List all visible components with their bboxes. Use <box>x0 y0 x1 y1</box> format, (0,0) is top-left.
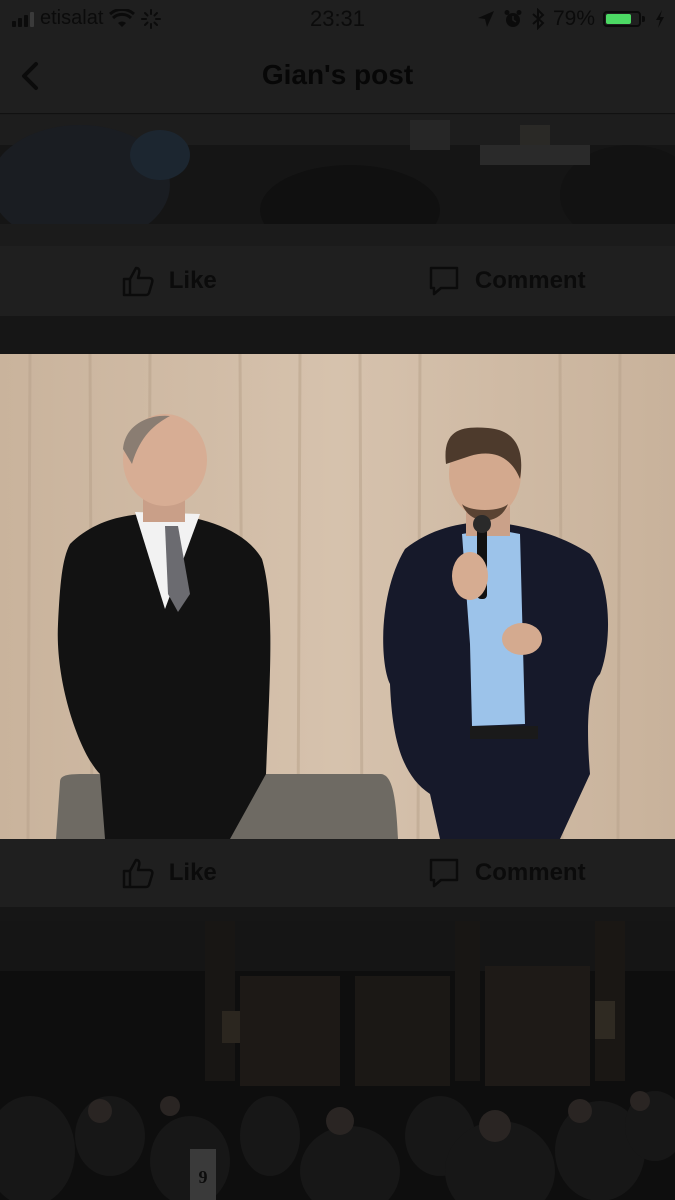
table-number: 9 <box>199 1167 208 1187</box>
post-divider <box>0 907 675 921</box>
thumbs-up-icon <box>122 266 154 297</box>
battery-percent: 79% <box>552 7 595 30</box>
post-photo-speakers[interactable] <box>0 354 675 839</box>
like-button[interactable]: Like <box>0 246 338 316</box>
charging-icon <box>656 10 664 28</box>
like-label: Like <box>168 267 217 294</box>
alarm-icon <box>504 10 522 27</box>
post-actions: Like Comment <box>0 246 675 316</box>
like-label: Like <box>168 859 217 886</box>
status-right: 79% <box>477 7 665 31</box>
battery-icon <box>603 9 647 29</box>
page-title: Gian's post <box>261 59 414 90</box>
comment-label: Comment <box>474 859 586 886</box>
post-divider <box>0 316 675 354</box>
thumbs-up-icon <box>122 858 154 889</box>
bluetooth-icon <box>532 8 545 30</box>
post-actions: Like Comment <box>0 839 675 907</box>
post-photo-banquet[interactable]: 9 <box>0 921 675 1200</box>
comment-button[interactable]: Comment <box>338 246 675 316</box>
like-button[interactable]: Like <box>0 839 338 907</box>
location-icon <box>477 11 494 27</box>
nav-bar: Gian's post <box>0 38 675 114</box>
comment-icon <box>429 858 459 888</box>
comment-label: Comment <box>474 267 586 294</box>
status-bar: etisalat 23:31 79% <box>0 0 675 38</box>
post-photo-previous[interactable] <box>0 115 675 224</box>
comment-icon <box>429 266 459 296</box>
comment-button[interactable]: Comment <box>338 839 675 907</box>
